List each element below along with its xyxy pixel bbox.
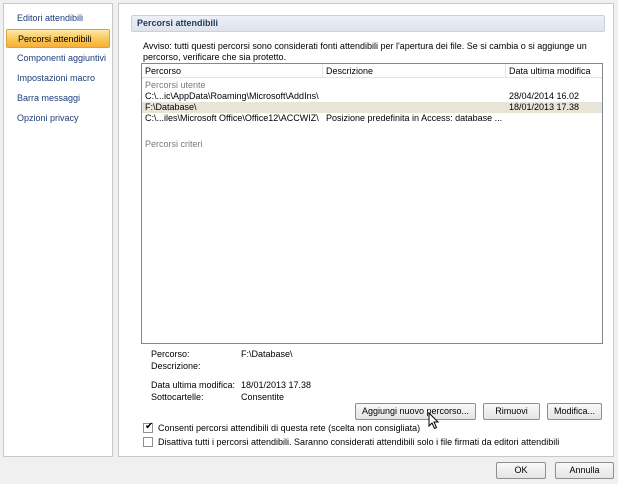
cell-date: 28/04/2014 16.02 <box>509 91 580 101</box>
allow-network-locations-label[interactable]: Consenti percorsi attendibili di questa … <box>158 422 420 434</box>
sidebar-item[interactable]: Percorsi attendibili <box>6 29 110 48</box>
detail-path-label: Percorso: <box>151 349 190 359</box>
detail-subfolders-label: Sottocartelle: <box>151 392 204 402</box>
column-header-description[interactable]: Descrizione <box>323 64 505 78</box>
sidebar-item[interactable]: Barra messaggi <box>6 89 110 108</box>
detail-description-label: Descrizione: <box>151 361 201 371</box>
cell-description: Posizione predefinita in Access: databas… <box>326 113 503 123</box>
column-header-path[interactable]: Percorso <box>142 64 322 78</box>
sidebar-item[interactable]: Opzioni privacy <box>6 109 110 128</box>
detail-date-label: Data ultima modifica: <box>151 380 236 390</box>
group-label-user: Percorsi utente <box>145 80 206 90</box>
cell-path: C:\...iles\Microsoft Office\Office12\ACC… <box>145 113 319 123</box>
section-title: Percorsi attendibili <box>131 15 605 32</box>
trusted-locations-panel: Percorsi attendibili Avviso: tutti quest… <box>118 3 614 457</box>
table-row[interactable]: F:\Database\ 18/01/2013 17.38 <box>142 102 602 113</box>
mouse-cursor-icon <box>428 412 440 430</box>
cancel-button[interactable]: Annulla <box>555 462 614 479</box>
ok-button[interactable]: OK <box>496 462 546 479</box>
trust-center-sidebar: Editori attendibili Percorsi attendibili C… <box>3 3 113 457</box>
allow-network-locations-checkbox[interactable]: ✔ <box>143 421 154 433</box>
group-label-policy: Percorsi criteri <box>145 139 203 149</box>
cell-path: F:\Database\ <box>145 102 197 112</box>
checkmark-icon: ✔ <box>145 421 154 432</box>
column-header-date[interactable]: Data ultima modifica <box>506 64 602 78</box>
detail-path-value: F:\Database\ <box>241 349 293 359</box>
list-header: Percorso Descrizione Data ultima modific… <box>142 64 602 78</box>
table-row[interactable]: C:\...ic\AppData\Roaming\Microsoft\AddIn… <box>142 91 602 102</box>
cell-path: C:\...ic\AppData\Roaming\Microsoft\AddIn… <box>145 91 319 101</box>
detail-date-value: 18/01/2013 17.38 <box>241 380 312 390</box>
warning-text: Avviso: tutti questi percorsi sono consi… <box>143 41 587 62</box>
table-row[interactable]: C:\...iles\Microsoft Office\Office12\ACC… <box>142 113 602 124</box>
remove-button[interactable]: Rimuovi <box>483 403 540 420</box>
disable-trusted-locations-checkbox[interactable] <box>143 437 153 447</box>
modify-button[interactable]: Modifica... <box>547 403 602 420</box>
disable-trusted-locations-label[interactable]: Disattiva tutti i percorsi attendibili. … <box>158 436 559 448</box>
detail-subfolders-value: Consentite <box>241 392 285 402</box>
sidebar-item[interactable]: Editori attendibili <box>6 9 110 28</box>
sidebar-item[interactable]: Componenti aggiuntivi <box>6 49 110 68</box>
add-location-button[interactable]: Aggiungi nuovo percorso... <box>355 403 476 420</box>
trusted-locations-list[interactable]: Percorso Descrizione Data ultima modific… <box>141 63 603 344</box>
cell-date: 18/01/2013 17.38 <box>509 102 580 112</box>
sidebar-item[interactable]: Impostazioni macro <box>6 69 110 88</box>
